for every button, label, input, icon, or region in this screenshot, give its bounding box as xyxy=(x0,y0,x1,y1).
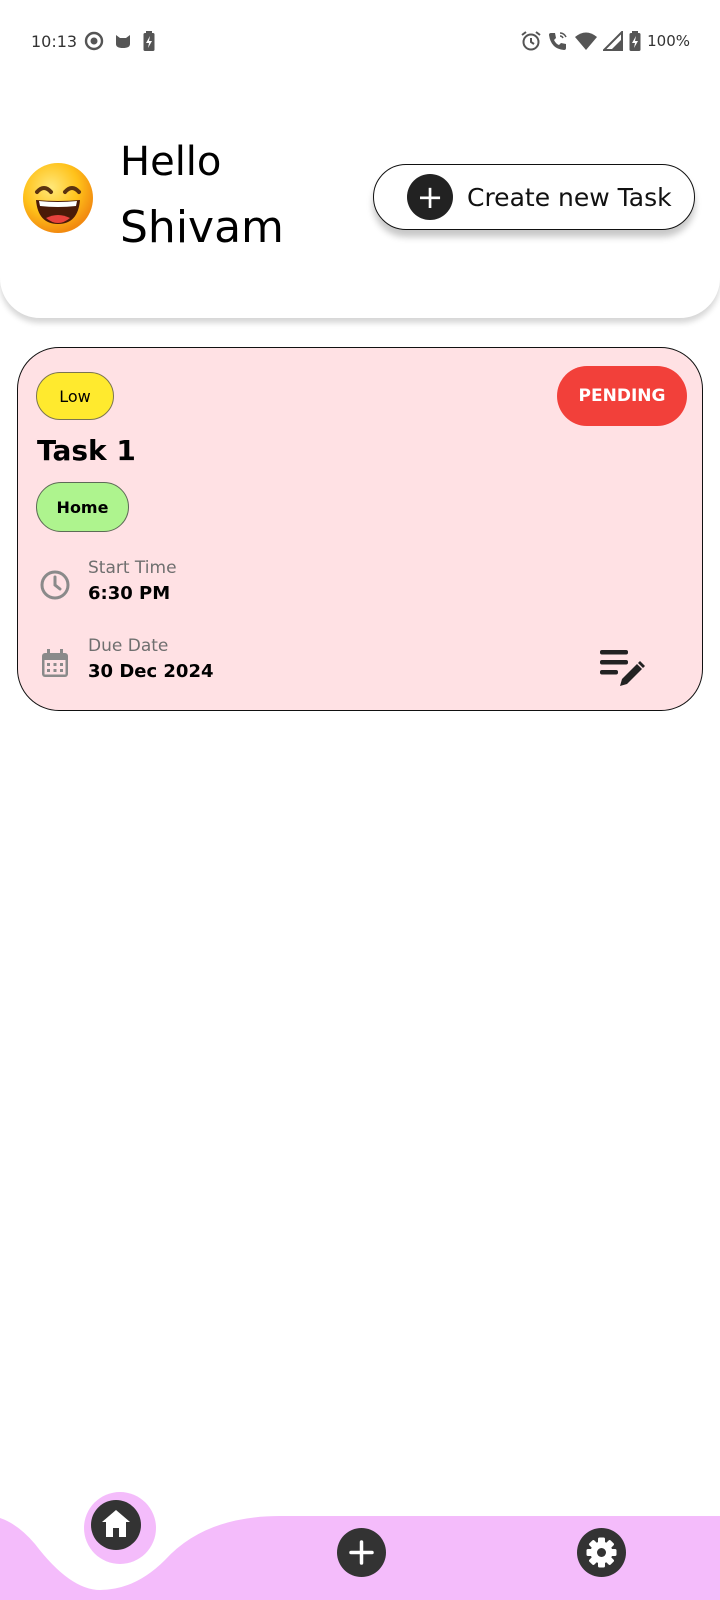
status-badge[interactable]: PENDING xyxy=(557,366,687,426)
status-bar: 10:13 100% xyxy=(0,0,720,84)
alarm-icon xyxy=(521,31,541,51)
wifi-icon xyxy=(575,32,598,50)
create-task-button[interactable]: + Create new Task xyxy=(373,164,695,230)
battery-percentage: 100% xyxy=(647,32,690,50)
battery-charging-icon xyxy=(143,31,155,51)
task-title: Task 1 xyxy=(37,434,136,467)
priority-badge: Low xyxy=(36,372,114,420)
start-time-value: 6:30 PM xyxy=(88,583,171,604)
grinning-emoji-icon xyxy=(23,163,93,233)
battery-icon xyxy=(629,31,641,51)
create-task-label: Create new Task xyxy=(467,182,672,212)
status-time: 10:13 xyxy=(31,32,78,51)
category-badge: Home xyxy=(36,482,129,532)
task-card[interactable]: Low PENDING Task 1 Home Start Time 6:30 … xyxy=(17,347,703,711)
due-date-label: Due Date xyxy=(88,636,169,656)
calendar-icon xyxy=(42,649,68,677)
nav-add-button[interactable] xyxy=(337,1528,386,1577)
add-circle-icon: + xyxy=(407,174,453,220)
user-name: Shivam xyxy=(120,202,284,253)
due-date-value: 30 Dec 2024 xyxy=(88,661,214,682)
start-time-label: Start Time xyxy=(88,558,177,578)
start-time-row: Start Time 6:30 PM xyxy=(38,556,177,608)
record-icon xyxy=(84,31,104,51)
due-date-row: Due Date 30 Dec 2024 xyxy=(38,634,214,686)
edit-notes-icon[interactable] xyxy=(598,646,646,692)
cat-icon xyxy=(116,35,130,48)
signal-icon xyxy=(603,31,624,51)
nav-settings-button[interactable] xyxy=(577,1528,626,1577)
clock-icon xyxy=(40,570,70,600)
nav-home-button[interactable] xyxy=(84,1493,148,1557)
wifi-call-icon xyxy=(549,32,567,50)
greeting-text: Hello xyxy=(120,139,222,185)
